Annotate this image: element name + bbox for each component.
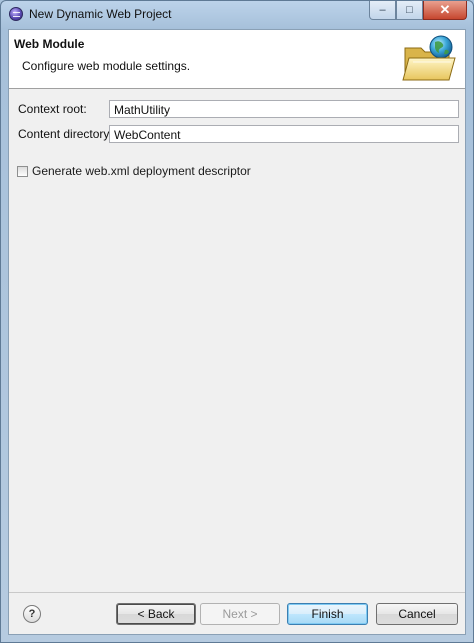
page-description: Configure web module settings. (22, 59, 191, 73)
help-button[interactable]: ? (23, 605, 41, 623)
title-bar[interactable]: New Dynamic Web Project – □ ✕ (1, 1, 473, 28)
content-directory-input[interactable]: WebContent (109, 125, 459, 143)
next-button[interactable]: Next > (200, 603, 280, 625)
context-root-input[interactable]: MathUtility (109, 100, 459, 118)
dialog-client-area: Web Module Configure web module settings… (8, 29, 466, 635)
generate-descriptor-label: Generate web.xml deployment descriptor (32, 164, 251, 178)
window-title: New Dynamic Web Project (29, 7, 172, 21)
eclipse-icon (9, 7, 23, 21)
cancel-button[interactable]: Cancel (376, 603, 458, 625)
generate-descriptor-checkbox[interactable] (17, 165, 28, 177)
web-module-form: Context root: MathUtility Content direct… (9, 89, 465, 589)
context-root-label: Context root: (18, 102, 87, 116)
footer-divider (9, 592, 465, 593)
generate-descriptor-option[interactable]: Generate web.xml deployment descriptor (17, 164, 251, 178)
caption-buttons: – □ ✕ (369, 1, 467, 20)
folder-globe-icon (402, 35, 456, 81)
page-title: Web Module (14, 37, 85, 51)
help-icon: ? (28, 608, 36, 620)
close-button[interactable]: ✕ (423, 1, 467, 20)
back-button[interactable]: < Back (116, 603, 196, 625)
wizard-banner: Web Module Configure web module settings… (9, 30, 465, 89)
maximize-icon: □ (406, 4, 413, 16)
minimize-icon: – (379, 4, 386, 16)
content-directory-label: Content directory: (18, 127, 113, 141)
close-icon: ✕ (439, 2, 451, 17)
maximize-button[interactable]: □ (396, 1, 423, 20)
dialog-window: New Dynamic Web Project – □ ✕ Web Module… (0, 0, 474, 643)
minimize-button[interactable]: – (369, 1, 396, 20)
finish-button[interactable]: Finish (287, 603, 368, 625)
